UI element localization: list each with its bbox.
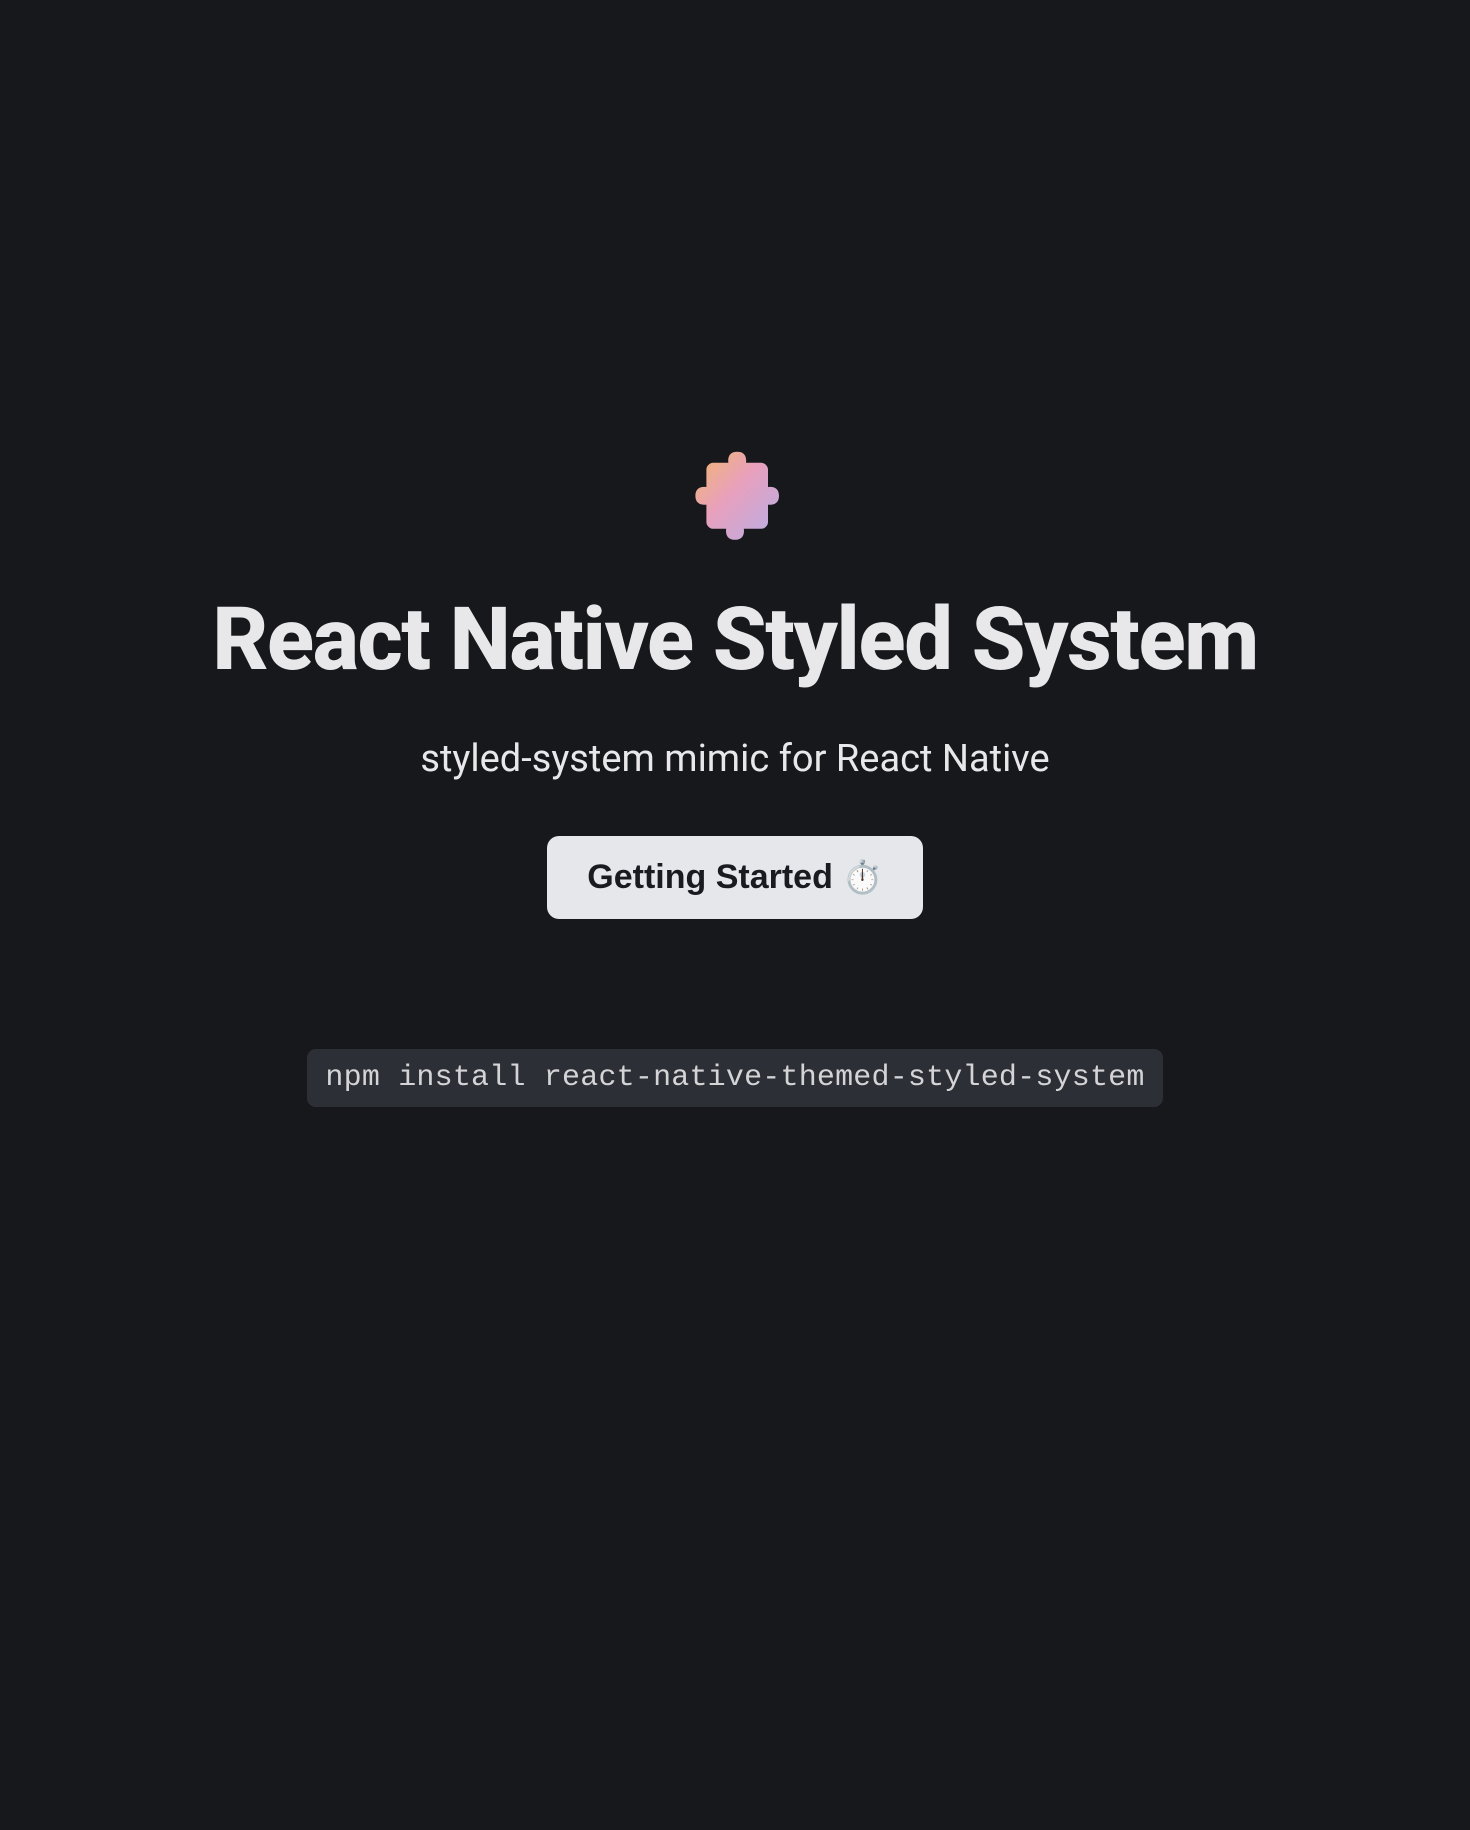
hero-subtitle: styled-system mimic for React Native <box>420 737 1049 781</box>
cta-label: Getting Started <box>587 858 833 897</box>
install-command[interactable]: npm install react-native-themed-styled-s… <box>307 1049 1162 1107</box>
stopwatch-icon: ⏱️ <box>843 858 883 896</box>
hero-section: React Native Styled System styled-system… <box>212 443 1258 1107</box>
getting-started-button[interactable]: Getting Started ⏱️ <box>547 836 922 919</box>
hero-title: React Native Styled System <box>212 593 1258 689</box>
puzzle-piece-icon <box>680 443 790 553</box>
logo-wrapper <box>680 443 790 553</box>
